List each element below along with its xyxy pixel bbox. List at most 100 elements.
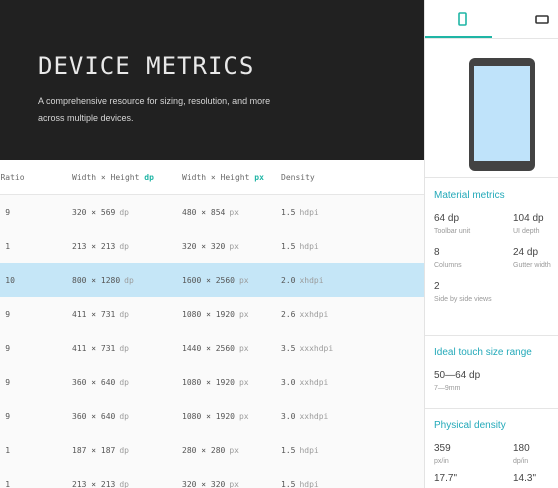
ratio-value: 6 : 9 [0,310,11,319]
px-value: 280 × 280 [182,446,226,455]
px-unit: px [238,344,249,353]
table-row[interactable]: 6 : 10 800 × 1280dp 1600 × 2560px 2.0xhdpi [0,263,424,297]
table-row[interactable]: 6 : 9 320 × 569dp 480 × 854px 1.5hdpi [0,195,424,229]
density-cell: 2.6 xxhdpi [281,310,328,319]
ratio-cell: 6 : 9 [0,310,10,319]
screen-size-value: 17.7" [434,473,458,484]
density-value: 1.5 [281,242,296,251]
header-dp-unit: dp [144,173,154,182]
ratio-value: 1 : 1 [0,446,11,455]
ratio-cell: 6 : 9 [0,344,10,353]
px-cell: 1080 × 1920 px [182,310,249,319]
ratio-value: 6 : 10 [0,276,15,285]
table-row[interactable]: 1 : 1 187 × 187dp 280 × 280px 1.5hdpi [0,433,424,467]
density-value: 3.5 [281,344,296,353]
dp-value: 320 × 569 [72,208,116,217]
ratio-cell: 1 : 1 [0,242,10,251]
px-value: 480 × 854 [182,208,226,217]
table-row[interactable]: 6 : 9 360 × 640dp 1080 × 1920px 3.0xxhdpi [0,399,424,433]
ppi-value: 359 [434,443,451,454]
device-preview [425,39,558,178]
columns-label: Columns [434,262,462,269]
tab-phone[interactable] [425,0,492,38]
details-panel: Material metrics 64 dp Toolbar unit 104 … [424,0,558,488]
touch-size-value: 50—64 dp [434,370,481,381]
px-cell: 1080 × 1920 px [182,412,249,421]
density-value: 3.0 [281,412,296,421]
material-metrics-section: Material metrics 64 dp Toolbar unit 104 … [425,178,558,336]
px-unit: px [229,242,239,251]
table-row[interactable]: 1 : 1 213 × 213dp 320 × 320px 1.5hdpi [0,467,424,488]
dp-cell: 411 × 731 dp [72,344,129,353]
dp-unit: dp [119,242,129,251]
density-cell: 3.0 xxhdpi [281,378,328,387]
px-unit: px [229,446,239,455]
header-dp-label: Width × Height [72,173,145,182]
dp-cell: 320 × 569 dp [72,208,129,217]
columns-value: 8 [434,247,440,258]
tab-tablet[interactable] [492,0,558,38]
density-cell: 1.5 hdpi [281,480,319,488]
hero-banner: DEVICE METRICS A comprehensive resource … [0,0,424,160]
px-cell: 280 × 280 px [182,446,239,455]
dp-value: 213 × 213 [72,480,116,488]
header-aspect-ratio[interactable]: ct Ratio [0,173,25,182]
material-metrics-title: Material metrics [434,190,505,201]
table-row[interactable]: 6 : 9 411 × 731dp 1440 × 2560px 3.5xxxhdpi [0,331,424,365]
table-row[interactable]: 1 : 1 213 × 213dp 320 × 320px 1.5hdpi [0,229,424,263]
screen-size-secondary-value: 14.3" [513,473,537,484]
ui-depth-value: 104 dp [513,213,544,224]
dpi-label: dp/in [513,458,529,465]
density-value: 1.5 [281,208,296,217]
table-header: ct Ratio Width × Height dp Width × Heigh… [0,160,424,195]
px-unit: px [238,276,249,285]
physical-density-section: Physical density 359 px/in 180 dp/in 17.… [425,409,558,488]
px-cell: 480 × 854 px [182,208,239,217]
density-value: 3.0 [281,378,296,387]
density-value: 1.5 [281,446,296,455]
dp-value: 411 × 731 [72,310,116,319]
dp-unit: dp [119,446,129,455]
px-unit: px [229,208,239,217]
device-illustration [469,58,535,171]
side-by-side-label: Side by side views [434,296,492,303]
table-row[interactable]: 6 : 9 360 × 640dp 1080 × 1920px 3.0xxhdpi [0,365,424,399]
dp-unit: dp [119,378,129,387]
table-row[interactable]: 6 : 9 411 × 731dp 1080 × 1920px 2.6xxhdpi [0,297,424,331]
px-value: 320 × 320 [182,480,226,488]
px-cell: 1440 × 2560 px [182,344,249,353]
ratio-cell: 1 : 1 [0,446,10,455]
tablet-icon [535,15,549,24]
dp-cell: 213 × 213 dp [72,480,129,488]
density-cell: 1.5 hdpi [281,208,319,217]
px-cell: 1080 × 1920 px [182,378,249,387]
dp-unit: dp [119,208,129,217]
ratio-value: 1 : 1 [0,480,11,488]
density-bucket: xhdpi [299,276,324,285]
density-cell: 1.5 hdpi [281,446,319,455]
header-density[interactable]: Density [281,173,315,182]
touch-size-section: Ideal touch size range 50—64 dp 7—9mm [425,336,558,409]
ratio-value: 6 : 9 [0,378,11,387]
ui-depth-label: UI depth [513,228,540,235]
density-value: 1.5 [281,480,296,488]
header-px-label: Width × Height [182,173,255,182]
dp-unit: dp [119,480,129,488]
density-cell: 3.5 xxxhdpi [281,344,333,353]
px-value: 1600 × 2560 [182,276,235,285]
dp-cell: 800 × 1280 dp [72,276,134,285]
ratio-cell: 6 : 9 [0,412,10,421]
toolbar-unit-label: Toolbar unit [434,228,471,235]
dp-value: 360 × 640 [72,412,116,421]
dp-unit: dp [119,412,129,421]
px-value: 1080 × 1920 [182,378,235,387]
header-px[interactable]: Width × Height px [182,173,264,182]
touch-size-title: Ideal touch size range [434,347,532,358]
phone-icon [458,12,467,26]
gutter-value: 24 dp [513,247,539,258]
density-bucket: xxhdpi [299,310,329,319]
px-cell: 1600 × 2560 px [182,276,249,285]
header-dp[interactable]: Width × Height dp [72,173,154,182]
toolbar-unit-value: 64 dp [434,213,460,224]
px-value: 320 × 320 [182,242,226,251]
